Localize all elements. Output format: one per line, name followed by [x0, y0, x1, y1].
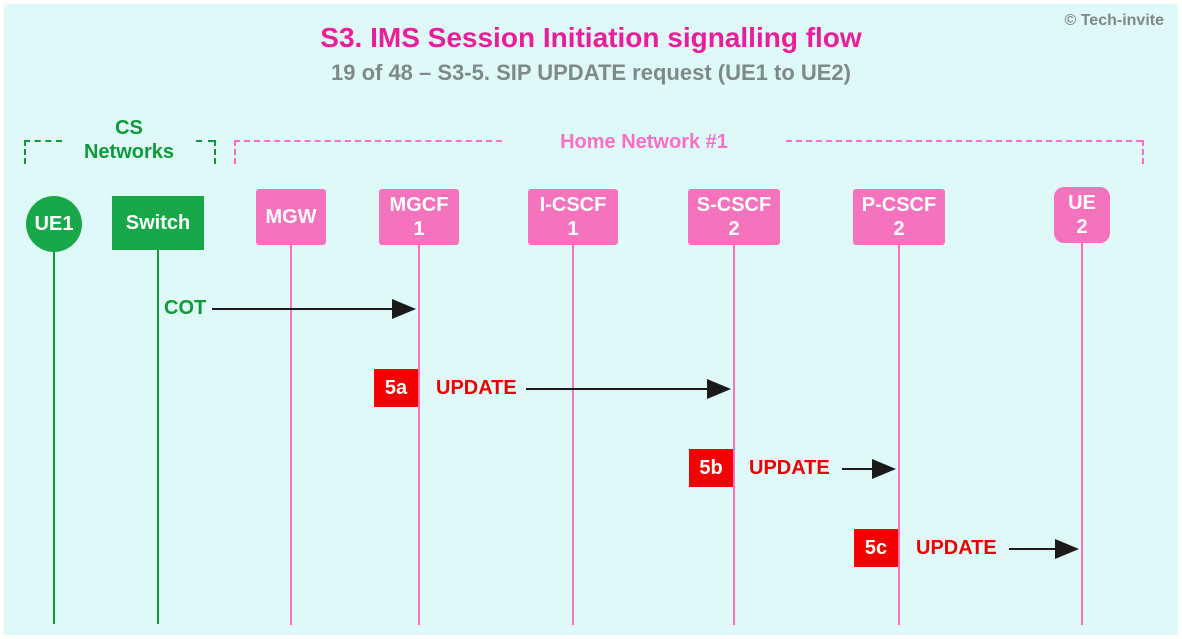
node-switch: Switch: [112, 196, 204, 250]
msg-cot-label: COT: [164, 297, 206, 320]
node-mgw-label: MGW: [265, 205, 316, 229]
node-ue2-label1: UE: [1068, 191, 1096, 215]
diagram-title: S3. IMS Session Initiation signalling fl…: [4, 4, 1178, 54]
step-5c-box: 5c: [854, 529, 898, 567]
msg-5a-update-label: UPDATE: [436, 377, 517, 400]
node-ue1-label: UE1: [35, 212, 74, 236]
node-mgw: MGW: [256, 189, 326, 245]
diagram-canvas: S3. IMS Session Initiation signalling fl…: [4, 4, 1178, 635]
cs-bracket-top-right: [196, 140, 214, 164]
diagram-subtitle: 19 of 48 – S3-5. SIP UPDATE request (UE1…: [4, 54, 1178, 86]
node-mgcf1-label2: 1: [413, 217, 424, 241]
node-ue2: UE 2: [1054, 187, 1110, 243]
lifeline-ue2: [1081, 243, 1083, 625]
node-icscf1: I-CSCF 1: [528, 189, 618, 245]
home-bracket-right: [1142, 140, 1144, 164]
node-ue2-label2: 2: [1076, 215, 1087, 239]
lifeline-icscf1: [572, 245, 574, 625]
cs-networks-group-label: CS Networks: [64, 116, 194, 164]
cs-bracket-right: [214, 140, 216, 164]
node-icscf1-label2: 1: [567, 217, 578, 241]
step-5a-text: 5a: [385, 377, 407, 400]
node-scscf2: S-CSCF 2: [688, 189, 780, 245]
node-scscf2-label1: S-CSCF: [697, 193, 771, 217]
node-mgcf1-label1: MGCF: [390, 193, 449, 217]
node-mgcf1: MGCF 1: [379, 189, 459, 245]
node-pcscf2-label1: P-CSCF: [862, 193, 936, 217]
lifeline-ue1: [53, 252, 55, 624]
lifeline-switch: [157, 250, 159, 624]
step-5a-box: 5a: [374, 369, 418, 407]
home-bracket-top-right: [786, 140, 1142, 164]
lifeline-mgw: [290, 245, 292, 625]
node-scscf2-label2: 2: [728, 217, 739, 241]
lifeline-pcscf2: [898, 245, 900, 625]
lifeline-mgcf1: [418, 245, 420, 625]
cs-bracket-top-left: [24, 140, 62, 164]
home-network-group-label: Home Network #1: [504, 130, 784, 154]
step-5b-box: 5b: [689, 449, 733, 487]
node-ue1: UE1: [26, 196, 82, 252]
node-switch-label: Switch: [126, 211, 190, 235]
node-icscf1-label1: I-CSCF: [540, 193, 607, 217]
home-bracket-top-left: [234, 140, 502, 164]
copyright-text: © Tech-invite: [1064, 12, 1164, 30]
node-pcscf2-label2: 2: [893, 217, 904, 241]
msg-5b-update-label: UPDATE: [749, 457, 830, 480]
step-5c-text: 5c: [865, 537, 887, 560]
lifeline-scscf2: [733, 245, 735, 625]
msg-5c-update-label: UPDATE: [916, 537, 997, 560]
node-pcscf2: P-CSCF 2: [853, 189, 945, 245]
step-5b-text: 5b: [699, 457, 722, 480]
